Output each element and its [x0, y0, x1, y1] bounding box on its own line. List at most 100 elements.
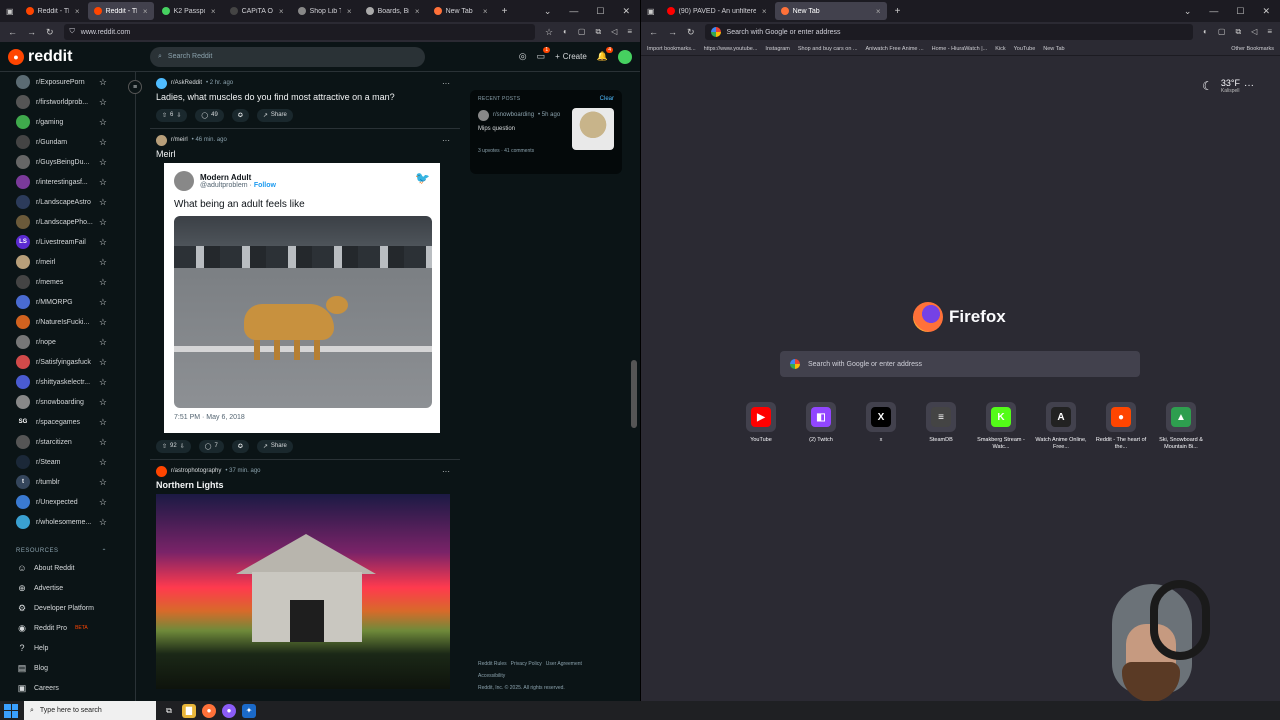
star-icon[interactable]: ☆ — [99, 157, 107, 168]
star-icon[interactable]: ☆ — [99, 297, 107, 308]
reload-icon[interactable]: ↻ — [687, 27, 695, 38]
star-icon[interactable]: ☆ — [99, 137, 107, 148]
extensions-icon[interactable]: ⧉ — [595, 27, 601, 37]
address-bar[interactable]: Search with Google or enter address — [704, 24, 1194, 40]
bookmark-item[interactable]: YouTube — [1014, 46, 1036, 52]
app-taskbar-icon[interactable]: ✦ — [242, 703, 256, 718]
browser-tab[interactable]: CAPiTA Outersp × — [224, 2, 290, 20]
comments-button[interactable]: ◯ 7 — [198, 439, 224, 453]
post-astrophotography[interactable]: r/astrophotography • 37 min. ago ··· North… — [150, 460, 460, 697]
top-site-tile[interactable]: ▲ Ski, Snowboard & Mountain Bi... — [1151, 402, 1211, 451]
vote-buttons[interactable]: ⇧ 6 ⇩ — [156, 108, 188, 122]
comments-button[interactable]: ◯ 49 — [195, 108, 224, 122]
forward-icon[interactable]: → — [668, 27, 677, 37]
upvote-icon[interactable]: ⇧ — [162, 112, 167, 119]
bookmark-item[interactable]: Home - HiuraWatch |... — [932, 46, 988, 52]
bookmark-item[interactable]: Import bookmarks... — [647, 46, 696, 52]
top-site-tile[interactable]: ◧ (2) Twitch — [791, 402, 851, 451]
windows-start-icon[interactable] — [4, 703, 18, 718]
menu-icon[interactable]: ≡ — [1267, 27, 1272, 37]
reload-icon[interactable]: ↻ — [46, 27, 54, 38]
browser-tab[interactable]: (90) PAVED - An unfiltered snow × — [661, 2, 773, 20]
weather-widget[interactable]: ☾ 33°F Kalispell — [1202, 78, 1240, 94]
clear-recent-button[interactable]: Clear — [600, 96, 614, 102]
sidebar-item[interactable]: r/wholesomeme... ☆ — [0, 512, 135, 532]
sidebar-item[interactable]: r/nope ☆ — [0, 332, 135, 352]
bookmark-item[interactable]: Instagram — [765, 46, 789, 52]
extension-icon[interactable]: ◐ — [1203, 27, 1208, 37]
browser-tab[interactable]: Reddit - The h × — [87, 2, 154, 20]
star-icon[interactable]: ☆ — [99, 337, 107, 348]
ads-icon[interactable]: ◎ — [519, 51, 527, 62]
sidebar-item[interactable]: r/NatureIsFucki... ☆ — [0, 312, 135, 332]
new-tab-icon[interactable]: + — [895, 6, 901, 17]
back-icon[interactable]: ← — [649, 27, 658, 37]
top-site-tile[interactable]: ▶ YouTube — [731, 402, 791, 451]
pocket-icon[interactable]: ▢ — [1218, 27, 1226, 37]
sidebar-item[interactable]: LS r/LivestreamFail ☆ — [0, 232, 135, 252]
sidebar-item[interactable]: SG r/spacegames ☆ — [0, 412, 135, 432]
sidebar-item[interactable]: r/LandscapeAstro ☆ — [0, 192, 135, 212]
chevron-down-icon[interactable]: ⌄ — [1184, 6, 1192, 17]
star-icon[interactable]: ☆ — [99, 257, 107, 268]
top-site-tile[interactable]: A Watch Anime Online, Free... — [1031, 402, 1091, 451]
browser-tab[interactable]: New Tab × — [774, 2, 887, 20]
chat-icon[interactable]: ▭ 1 — [537, 47, 551, 62]
sidebar-item[interactable]: r/LandscapePho... ☆ — [0, 212, 135, 232]
star-icon[interactable]: ☆ — [99, 277, 107, 288]
sidebar-item[interactable]: r/MMORPG ☆ — [0, 292, 135, 312]
footer-link[interactable]: User Agreement — [546, 661, 582, 667]
post-image[interactable] — [156, 494, 450, 689]
star-icon[interactable]: ☆ — [99, 97, 107, 108]
menu-icon[interactable]: ≡ — [627, 27, 632, 37]
star-icon[interactable]: ☆ — [99, 237, 107, 248]
award-button[interactable]: ✪ — [231, 439, 249, 453]
tab-overview-icon[interactable]: ▣ — [647, 7, 655, 16]
close-icon[interactable]: × — [876, 7, 881, 16]
resource-item[interactable]: ⊕ Advertise — [0, 578, 135, 598]
site-info-icon[interactable]: ⛉ — [70, 28, 75, 36]
award-button[interactable]: ✪ — [231, 108, 249, 122]
more-options-icon[interactable]: ··· — [442, 79, 454, 88]
star-icon[interactable]: ☆ — [99, 197, 107, 208]
task-view-icon[interactable]: ⧉ — [162, 704, 176, 718]
browser-tab[interactable]: Shop Lib Tech M × — [292, 2, 358, 20]
top-site-tile[interactable]: ● Reddit - The heart of the... — [1091, 402, 1151, 451]
resource-item[interactable]: ▣ Careers — [0, 678, 135, 698]
star-icon[interactable]: ☆ — [99, 417, 107, 428]
star-icon[interactable]: ☆ — [99, 457, 107, 468]
close-icon[interactable]: × — [279, 7, 284, 16]
resource-item[interactable]: ⚙ Developer Platform — [0, 598, 135, 618]
maximize-icon[interactable]: ☐ — [1236, 6, 1244, 17]
post-subreddit[interactable]: r/astrophotography — [171, 468, 221, 474]
other-bookmarks[interactable]: Other Bookmarks — [1231, 46, 1274, 52]
sidebar-item[interactable]: r/starcitizen ☆ — [0, 432, 135, 452]
star-icon[interactable]: ☆ — [99, 437, 107, 448]
pocket-icon[interactable]: ▢ — [578, 27, 586, 37]
sidebar-item[interactable]: r/snowboarding ☆ — [0, 392, 135, 412]
footer-accessibility[interactable]: Accessibility — [478, 670, 628, 682]
more-options-icon[interactable]: ··· — [442, 467, 454, 476]
new-tab-icon[interactable]: + — [502, 6, 508, 17]
star-icon[interactable]: ☆ — [99, 477, 107, 488]
close-icon[interactable]: × — [75, 7, 80, 16]
firefox-taskbar-icon[interactable]: ● — [202, 703, 216, 718]
close-icon[interactable]: × — [211, 7, 216, 16]
tweet-card[interactable]: Modern Adult @adultproblem · Follow 🐦 Wh… — [164, 163, 440, 433]
resource-item[interactable]: ◉ Reddit Pro BETA — [0, 618, 135, 638]
browser-taskbar-icon[interactable]: ● — [222, 703, 236, 718]
post-title[interactable]: Meirl — [156, 149, 454, 159]
audio-icon[interactable]: ◁ — [611, 27, 617, 37]
bookmark-item[interactable]: Shop and buy cars on ... — [798, 46, 858, 52]
extension-icon[interactable]: ◐ — [563, 27, 568, 37]
close-icon[interactable]: × — [347, 7, 352, 16]
audio-icon[interactable]: ◁ — [1251, 27, 1257, 37]
star-icon[interactable]: ☆ — [99, 117, 107, 128]
resource-item[interactable]: ? Help — [0, 638, 135, 658]
star-icon[interactable]: ☆ — [99, 217, 107, 228]
star-icon[interactable]: ☆ — [99, 77, 107, 88]
reddit-logo[interactable]: ● reddit — [8, 48, 138, 66]
minimize-icon[interactable]: — — [1209, 6, 1218, 17]
post-subreddit[interactable]: r/meirl — [171, 137, 188, 143]
taskbar-search-input[interactable]: ⌕ Type here to search — [24, 701, 156, 720]
